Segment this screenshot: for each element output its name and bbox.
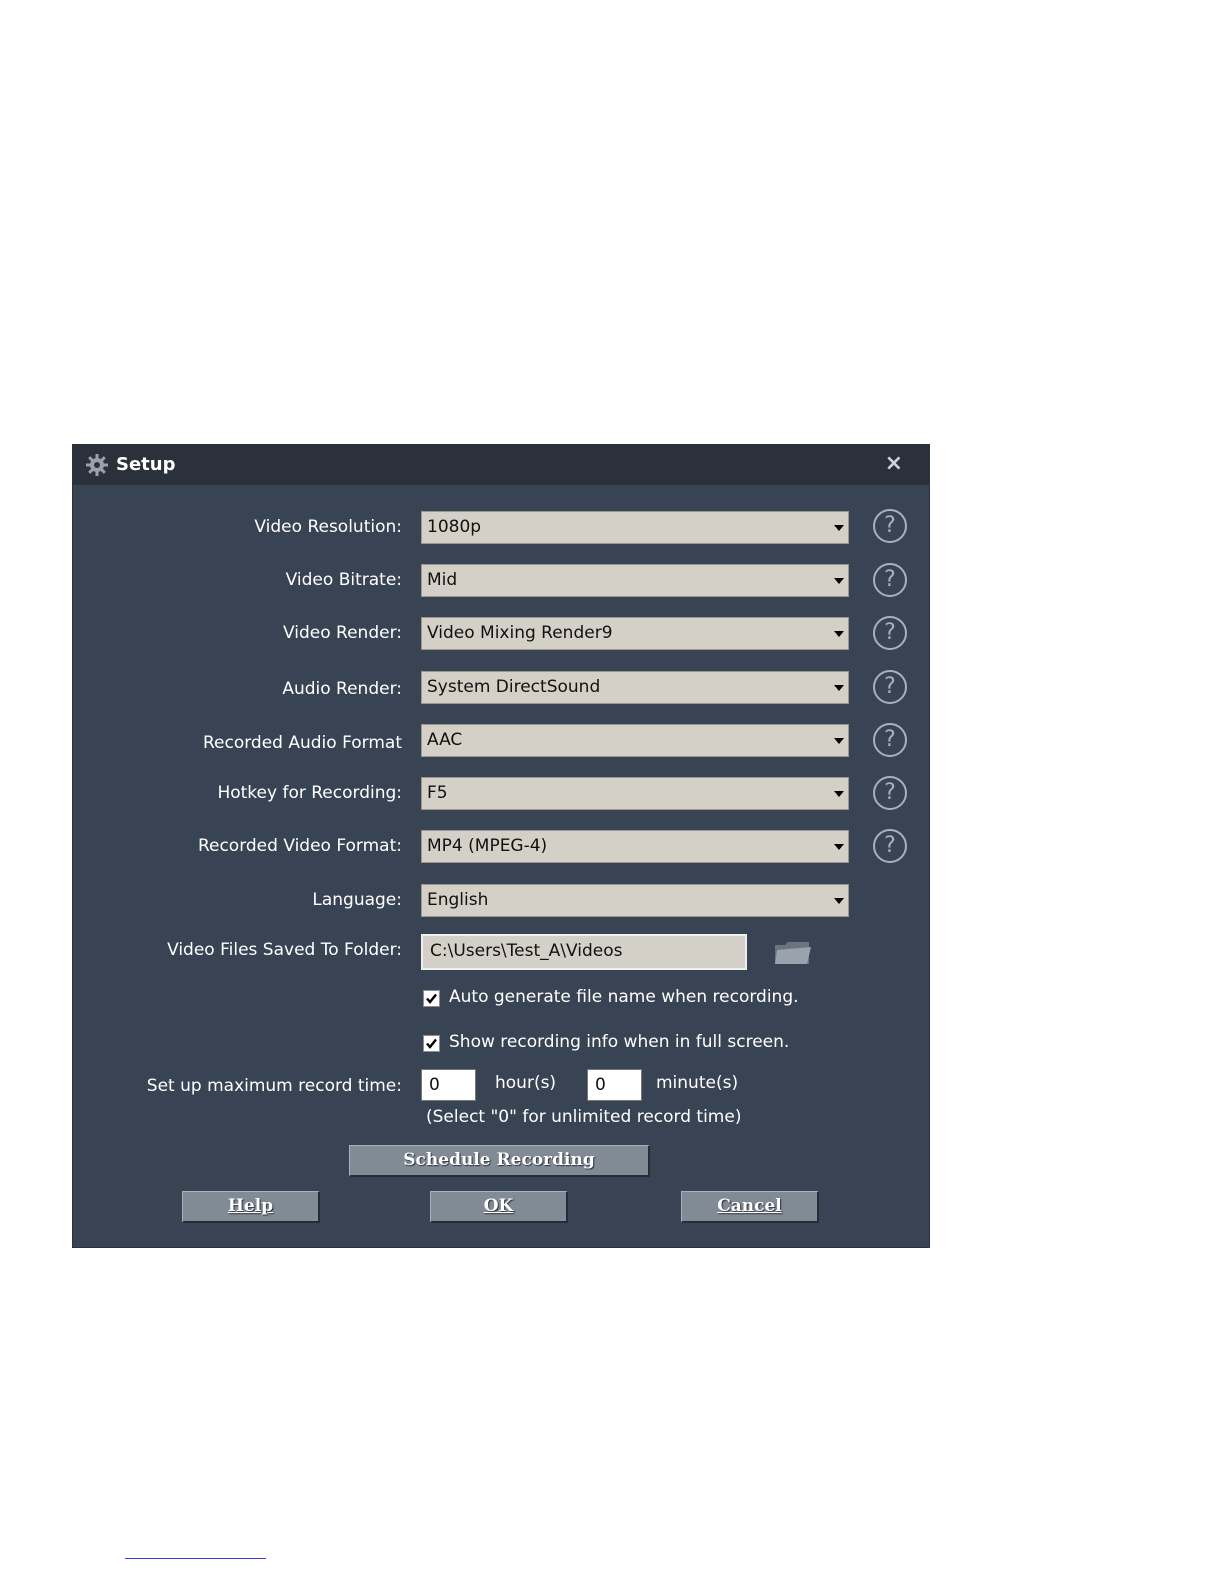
hotkey-label: Hotkey for Recording:	[217, 783, 402, 803]
hotkey-help-icon[interactable]: ?	[873, 776, 907, 810]
video-resolution-help-icon[interactable]: ?	[873, 509, 907, 543]
recorded-video-format-label: Recorded Video Format:	[197, 836, 402, 856]
ok-button[interactable]: OK	[430, 1191, 568, 1223]
folder-icon[interactable]	[773, 939, 813, 967]
minutes-value: 0	[595, 1075, 606, 1095]
video-bitrate-label: Video Bitrate:	[285, 570, 402, 590]
footer-rule	[125, 1558, 266, 1559]
show-info-checkbox[interactable]	[423, 1035, 440, 1052]
video-render-help-icon[interactable]: ?	[873, 616, 907, 650]
dialog-title: Setup	[116, 454, 176, 475]
checkmark-icon	[426, 1038, 437, 1049]
help-button[interactable]: Help	[182, 1191, 320, 1223]
schedule-recording-button[interactable]: Schedule Recording	[349, 1145, 650, 1177]
recorded-audio-format-select[interactable]: AAC	[421, 724, 849, 757]
video-resolution-label: Video Resolution:	[254, 517, 402, 537]
auto-filename-label: Auto generate file name when recording.	[449, 987, 799, 1007]
close-icon[interactable]: ×	[885, 451, 903, 477]
ok-button-label: OK	[483, 1196, 514, 1216]
save-folder-field[interactable]: C:\Users\Test_A\Videos	[421, 934, 747, 970]
schedule-recording-label: Schedule Recording	[403, 1150, 595, 1170]
audio-render-label: Audio Render:	[282, 679, 402, 699]
hotkey-value: F5	[427, 783, 448, 803]
dropdown-arrow-icon[interactable]	[834, 898, 844, 904]
recorded-audio-format-value: AAC	[427, 730, 463, 750]
hours-value: 0	[429, 1075, 440, 1095]
dropdown-arrow-icon[interactable]	[834, 631, 844, 637]
dropdown-arrow-icon[interactable]	[834, 791, 844, 797]
checkmark-icon	[426, 993, 437, 1004]
video-bitrate-value: Mid	[427, 570, 458, 590]
language-select[interactable]: English	[421, 884, 849, 917]
video-resolution-value: 1080p	[427, 517, 482, 537]
dropdown-arrow-icon[interactable]	[834, 844, 844, 850]
language-value: English	[427, 890, 489, 910]
dropdown-arrow-icon[interactable]	[834, 578, 844, 584]
dropdown-arrow-icon[interactable]	[834, 738, 844, 744]
dropdown-arrow-icon[interactable]	[834, 525, 844, 531]
recorded-video-format-help-icon[interactable]: ?	[873, 829, 907, 863]
cancel-button-label: Cancel	[717, 1196, 782, 1216]
save-folder-label: Video Files Saved To Folder:	[167, 940, 402, 960]
save-folder-value: C:\Users\Test_A\Videos	[430, 941, 623, 961]
help-button-label: Help	[227, 1196, 274, 1216]
language-label: Language:	[312, 890, 402, 910]
title-bar[interactable]: Setup ×	[73, 445, 929, 485]
audio-render-help-icon[interactable]: ?	[873, 670, 907, 704]
setup-dialog: Setup × Video Resolution: 1080p ? Video …	[72, 444, 930, 1248]
dropdown-arrow-icon[interactable]	[834, 685, 844, 691]
show-info-label: Show recording info when in full screen.	[449, 1032, 790, 1052]
recorded-video-format-select[interactable]: MP4 (MPEG-4)	[421, 830, 849, 863]
video-render-value: Video Mixing Render9	[427, 623, 613, 643]
recorded-audio-format-label: Recorded Audio Format	[202, 733, 402, 753]
minutes-input[interactable]: 0	[587, 1069, 642, 1101]
hotkey-select[interactable]: F5	[421, 777, 849, 810]
audio-render-value: System DirectSound	[427, 677, 601, 697]
video-render-select[interactable]: Video Mixing Render9	[421, 617, 849, 650]
video-bitrate-select[interactable]: Mid	[421, 564, 849, 597]
audio-render-select[interactable]: System DirectSound	[421, 671, 849, 704]
recorded-audio-format-help-icon[interactable]: ?	[873, 723, 907, 757]
cancel-button[interactable]: Cancel	[681, 1191, 819, 1223]
minutes-unit-label: minute(s)	[656, 1073, 739, 1093]
gear-icon	[86, 454, 108, 476]
recorded-video-format-value: MP4 (MPEG-4)	[427, 836, 548, 856]
hours-input[interactable]: 0	[421, 1069, 476, 1101]
video-render-label: Video Render:	[283, 623, 402, 643]
unlimited-hint: (Select "0" for unlimited record time)	[426, 1107, 742, 1127]
max-record-time-label: Set up maximum record time:	[146, 1076, 402, 1096]
hours-unit-label: hour(s)	[495, 1073, 557, 1093]
video-resolution-select[interactable]: 1080p	[421, 511, 849, 544]
auto-filename-checkbox[interactable]	[423, 990, 440, 1007]
video-bitrate-help-icon[interactable]: ?	[873, 563, 907, 597]
